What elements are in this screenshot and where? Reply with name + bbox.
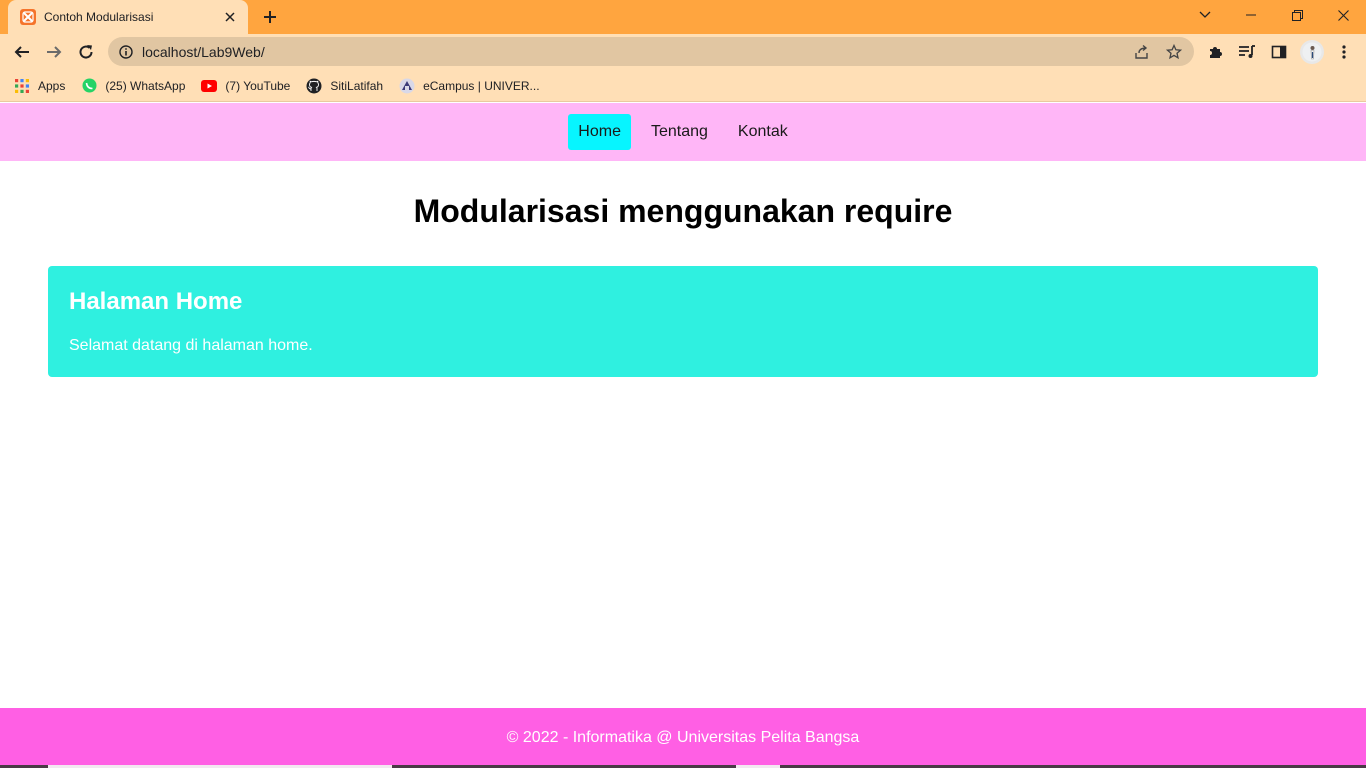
new-tab-plus-icon[interactable] — [258, 6, 282, 28]
tab-strip: Contoh Modularisasi — [0, 0, 1366, 34]
reload-icon[interactable] — [72, 38, 100, 66]
site-navigation: Home Tentang Kontak — [0, 103, 1366, 161]
bookmark-whatsapp[interactable]: (25) WhatsApp — [81, 78, 185, 94]
profile-avatar-icon[interactable] — [1300, 40, 1324, 64]
bookmarks-bar: Apps (25) WhatsApp (7) YouTube SitiLatif… — [0, 70, 1366, 102]
nav-link-home[interactable]: Home — [568, 114, 631, 150]
minimize-icon[interactable] — [1228, 0, 1274, 30]
bookmark-label: (25) WhatsApp — [105, 78, 186, 93]
restore-icon[interactable] — [1274, 0, 1320, 30]
xampp-favicon-icon — [20, 9, 36, 25]
share-icon[interactable] — [1130, 40, 1154, 64]
card-text: Selamat datang di halaman home. — [69, 337, 313, 354]
close-window-icon[interactable] — [1320, 0, 1366, 30]
bookmark-label: eCampus | UNIVER... — [423, 78, 540, 93]
github-icon — [306, 78, 322, 94]
tab-title: Contoh Modularisasi — [44, 10, 154, 24]
bookmark-github[interactable]: SitiLatifah — [306, 78, 383, 94]
footer-text: © 2022 - Informatika @ Universitas Pelit… — [506, 729, 860, 746]
nav-link-tentang[interactable]: Tentang — [641, 114, 718, 150]
nav-link-kontak[interactable]: Kontak — [728, 114, 798, 150]
card-title: Halaman Home — [69, 288, 243, 315]
site-info-icon[interactable] — [119, 44, 133, 59]
page-title: Modularisasi menggunakan require — [413, 193, 953, 229]
menu-kebab-icon[interactable] — [1332, 40, 1356, 64]
browser-tab[interactable]: Contoh Modularisasi — [8, 0, 248, 34]
bookmark-label: (7) YouTube — [225, 78, 291, 93]
back-arrow-icon[interactable] — [8, 38, 36, 66]
address-bar[interactable]: localhost/Lab9Web/ — [108, 37, 1194, 66]
ecampus-icon — [399, 78, 415, 94]
home-card: Halaman Home Selamat datang di halaman h… — [48, 266, 1318, 377]
address-url[interactable]: localhost/Lab9Web/ — [142, 44, 1130, 60]
tab-close-icon[interactable] — [222, 9, 238, 25]
apps-grid-icon — [14, 78, 30, 94]
forward-arrow-icon[interactable] — [40, 38, 68, 66]
bookmark-label: Apps — [38, 78, 66, 93]
bookmark-star-icon[interactable] — [1162, 40, 1186, 64]
whatsapp-icon — [81, 78, 97, 94]
tab-search-chevron-down-icon[interactable] — [1182, 0, 1228, 30]
bookmark-ecampus[interactable]: eCampus | UNIVER... — [399, 78, 540, 94]
media-queue-icon[interactable] — [1235, 40, 1259, 64]
bookmark-youtube[interactable]: (7) YouTube — [201, 78, 290, 94]
youtube-icon — [201, 78, 218, 94]
bookmark-label: SitiLatifah — [330, 78, 384, 93]
browser-toolbar: localhost/Lab9Web/ — [0, 34, 1366, 70]
side-panel-icon[interactable] — [1267, 40, 1291, 64]
site-footer: © 2022 - Informatika @ Universitas Pelit… — [0, 708, 1366, 768]
bookmark-apps[interactable]: Apps — [14, 78, 65, 94]
extensions-puzzle-icon[interactable] — [1204, 40, 1228, 64]
